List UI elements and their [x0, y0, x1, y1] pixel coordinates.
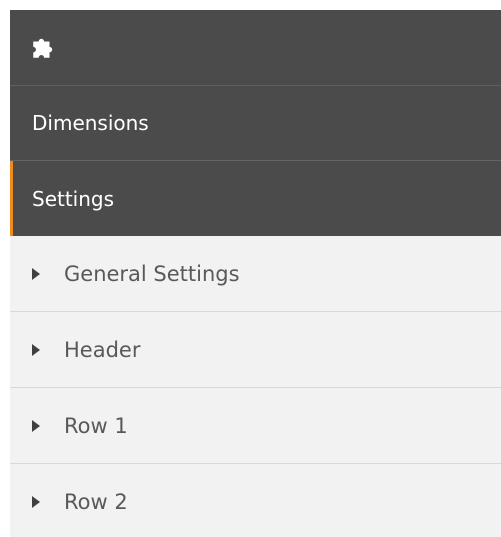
accordion-item-row-1[interactable]: Row 1: [10, 388, 501, 464]
panel-header: [10, 10, 501, 86]
accordion-item-label: Row 2: [64, 489, 128, 514]
caret-right-icon: [32, 343, 40, 356]
caret-right-icon: [32, 495, 40, 508]
accordion-item-label: Header: [64, 337, 141, 362]
properties-panel: Dimensions Settings General Settings Hea…: [10, 10, 501, 537]
caret-right-icon: [32, 267, 40, 280]
accordion-item-header[interactable]: Header: [10, 312, 501, 388]
caret-right-icon: [32, 419, 40, 432]
accordion-item-label: General Settings: [64, 261, 240, 286]
tab-dimensions[interactable]: Dimensions: [10, 86, 501, 161]
accordion-item-label: Row 1: [64, 413, 128, 438]
accordion-item-general-settings[interactable]: General Settings: [10, 236, 501, 312]
tab-dimensions-label: Dimensions: [32, 111, 149, 135]
tab-settings-label: Settings: [32, 186, 115, 211]
tab-settings[interactable]: Settings: [10, 161, 501, 236]
accordion-item-row-2[interactable]: Row 2: [10, 464, 501, 537]
puzzle-piece-icon[interactable]: [30, 35, 56, 61]
